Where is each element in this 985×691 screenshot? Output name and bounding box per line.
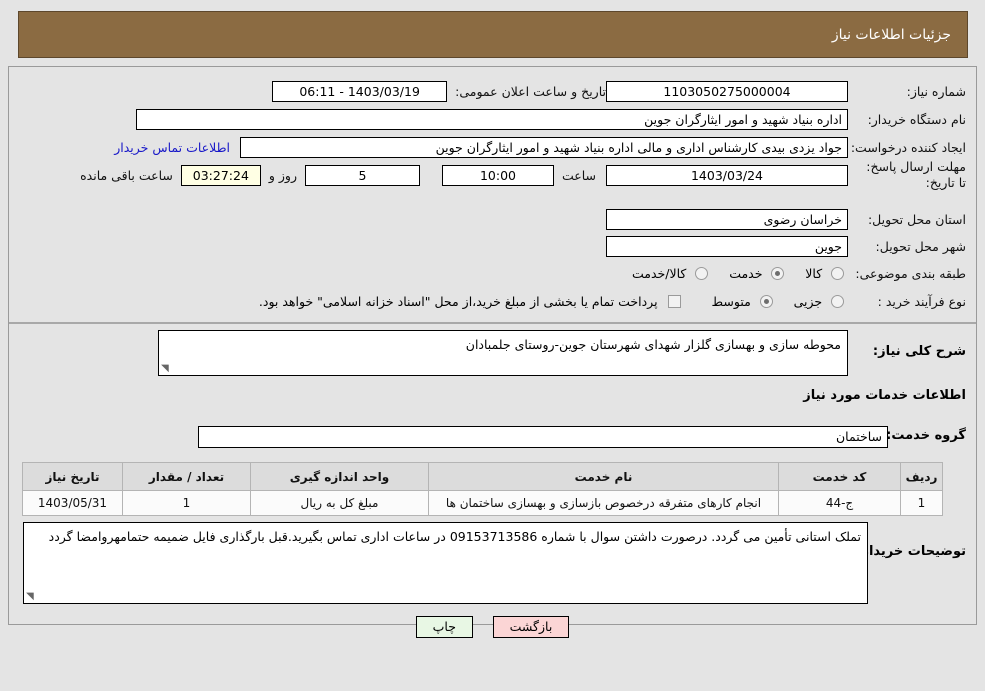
general-desc-value: محوطه سازی و بهسازی گلزار شهدای شهرستان … [465, 337, 841, 352]
deadline-label: مهلت ارسال پاسخ: تا تاریخ: [866, 159, 966, 190]
requester-value: جواد یزدی بیدی کارشناس اداری و مالی ادار… [240, 136, 848, 158]
resize-grip-icon[interactable]: ◤ [161, 363, 171, 374]
summary-section: شماره نیاز: 1103050275000004 تاریخ و ساع… [9, 67, 976, 324]
table-row: 1 ج-44 انجام کارهای متفرقه درخصوص بازساز… [22, 490, 943, 516]
buyer-org-label: نام دستگاه خریدار: [867, 111, 966, 127]
page-header: جزئیات اطلاعات نیاز [18, 11, 968, 58]
process-radio-jozi[interactable] [831, 294, 844, 308]
deadline-time-label: ساعت [561, 167, 596, 183]
buyer-contact-link[interactable]: اطلاعات تماس خریدار [114, 140, 230, 155]
process-option-jozi[interactable]: جزیی [789, 294, 844, 309]
treasury-note: پرداخت تمام یا بخشی از مبلغ خرید،از محل … [258, 293, 658, 309]
service-group-label: گروه خدمت: [886, 428, 966, 443]
general-desc-label: شرح کلی نیاز: [872, 344, 966, 359]
category-option-khedmat[interactable]: خدمت [724, 265, 785, 281]
category-label: طبقه بندی موضوعی: [855, 265, 966, 281]
field-requester: ایجاد کننده درخواست: جواد یزدی بیدی کارش… [114, 135, 966, 159]
cell-quantity: 1 [122, 490, 251, 516]
field-buyer-org: نام دستگاه خریدار: اداره بنیاد شهید و ام… [136, 107, 966, 131]
category-label-khedmat: خدمت [729, 265, 763, 281]
field-need-number: شماره نیاز: 1103050275000004 [606, 79, 966, 103]
services-section-title: اطلاعات خدمات مورد نیاز [803, 388, 966, 403]
announce-datetime-value: 1403/03/19 - 06:11 [272, 80, 448, 102]
resize-grip-icon-notes[interactable]: ◤ [26, 591, 36, 602]
page-title: جزئیات اطلاعات نیاز [831, 27, 951, 43]
category-radio-kala-khedmat[interactable] [695, 266, 709, 280]
col-service-code: کد خدمت [778, 462, 901, 491]
footer-actions: بازگشت چاپ [9, 616, 976, 638]
col-quantity: تعداد / مقدار [122, 462, 251, 491]
buyer-notes-label: توضیحات خریدار: [856, 544, 966, 559]
category-option-kala-khedmat[interactable]: کالا/خدمت [627, 265, 709, 281]
field-announce-datetime: تاریخ و ساعت اعلان عمومی: 1403/03/19 - 0… [272, 79, 606, 103]
need-number-value: 1103050275000004 [606, 80, 848, 102]
process-label-motevaset: متوسط [711, 293, 751, 309]
details-section: شرح کلی نیاز: محوطه سازی و بهسازی گلزار … [9, 324, 976, 638]
buyer-notes-value: تملک استانی تأمین می گردد. درصورت داشتن … [48, 529, 861, 544]
remaining-days-value: 5 [304, 164, 420, 186]
requester-label: ایجاد کننده درخواست: [850, 139, 966, 155]
items-table: ردیف کد خدمت نام خدمت واحد اندازه گیری ت… [22, 462, 943, 516]
field-category: طبقه بندی موضوعی: کالا خدمت کالا/خدمت [627, 261, 966, 285]
print-button[interactable]: چاپ [415, 616, 473, 638]
general-desc-textarea[interactable]: محوطه سازی و بهسازی گلزار شهدای شهرستان … [158, 330, 848, 376]
need-number-label: شماره نیاز: [906, 83, 966, 99]
cell-service-code: ج-44 [778, 490, 901, 516]
field-city: شهر محل تحویل: جوین [606, 234, 966, 258]
page-root: AnaTender.net جزئیات اطلاعات نیاز شماره … [0, 0, 985, 691]
process-radio-motevaset[interactable] [759, 294, 773, 308]
cell-service-name: انجام کارهای متفرقه درخصوص بازسازی و بهس… [428, 490, 779, 516]
city-label: شهر محل تحویل: [875, 238, 966, 254]
items-table-wrapper: ردیف کد خدمت نام خدمت واحد اندازه گیری ت… [22, 462, 943, 516]
deadline-date-value: 1403/03/24 [606, 164, 848, 186]
category-radio-khedmat[interactable] [771, 266, 785, 280]
back-button[interactable]: بازگشت [492, 616, 570, 638]
city-value: جوین [606, 235, 848, 257]
process-option-motevaset[interactable]: متوسط [707, 294, 773, 309]
announce-datetime-label: تاریخ و ساعت اعلان عمومی: [455, 83, 606, 99]
cell-row-no: 1 [900, 490, 943, 516]
process-label-jozi: جزیی [793, 293, 823, 309]
field-province: استان محل تحویل: خراسان رضوی [606, 207, 966, 231]
remaining-days-label: روز و [268, 167, 297, 183]
process-label: نوع فرآیند خرید : [877, 293, 966, 309]
buyer-org-value: اداره بنیاد شهید و امور ایثارگران جوین [136, 108, 848, 130]
deadline-time-value: 10:00 [441, 164, 554, 186]
col-need-date: تاریخ نیاز [22, 462, 123, 491]
col-service-name: نام خدمت [428, 462, 779, 491]
category-radio-kala[interactable] [831, 266, 844, 280]
service-group-value: ساختمان [198, 426, 888, 448]
category-label-kala-khedmat: کالا/خدمت [632, 265, 687, 281]
province-value: خراسان رضوی [606, 208, 848, 230]
cell-unit: مبلغ کل به ریال [250, 490, 429, 516]
cell-need-date: 1403/05/31 [22, 490, 123, 516]
category-label-kala: کالا [805, 265, 823, 281]
col-row-no: ردیف [900, 462, 943, 491]
province-label: استان محل تحویل: [867, 211, 966, 227]
treasury-checkbox[interactable] [667, 294, 681, 308]
main-panel: شماره نیاز: 1103050275000004 تاریخ و ساع… [8, 66, 977, 638]
col-unit: واحد اندازه گیری [250, 462, 429, 491]
field-process-type: نوع فرآیند خرید : جزیی متوسط پرداخت تمام… [259, 289, 966, 313]
buyer-notes-textarea[interactable]: تملک استانی تأمین می گردد. درصورت داشتن … [23, 522, 868, 604]
remaining-timer-value: 03:27:24 [180, 164, 261, 186]
field-deadline: مهلت ارسال پاسخ: تا تاریخ: 1403/03/24 سا… [80, 159, 966, 190]
table-header-row: ردیف کد خدمت نام خدمت واحد اندازه گیری ت… [22, 462, 943, 491]
category-option-kala[interactable]: کالا [800, 266, 844, 281]
remaining-suffix-label: ساعت باقی مانده [80, 167, 173, 183]
